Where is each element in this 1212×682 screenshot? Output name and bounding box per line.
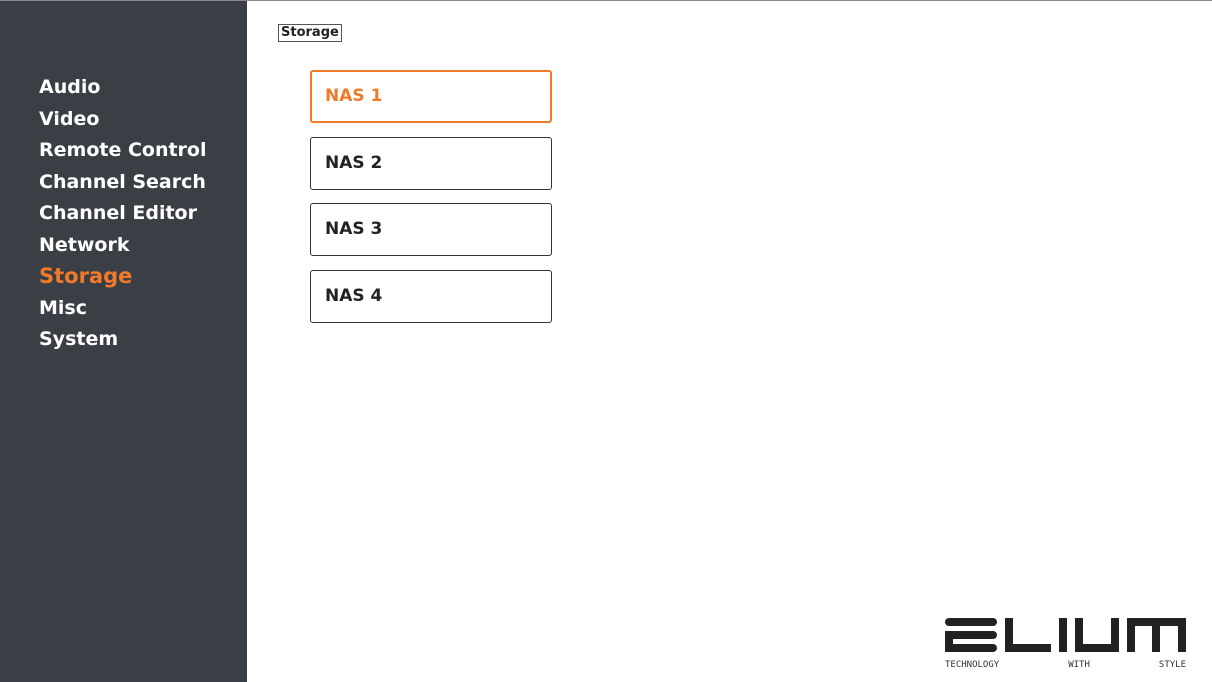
nas-2-button[interactable]: NAS 2 [310,136,552,190]
nas-3-button[interactable]: NAS 3 [310,203,552,256]
sidebar-menu: Audio Video Remote Control Channel Searc… [39,72,207,356]
sidebar-item-misc[interactable]: Misc [39,293,207,325]
sidebar-item-video[interactable]: Video [39,104,207,136]
elium-logo: TECHNOLOGY WITH STYLE [945,612,1186,670]
nas-4-button[interactable]: NAS 4 [310,269,552,323]
sidebar-item-storage[interactable]: Storage [39,261,207,293]
sidebar: Audio Video Remote Control Channel Searc… [0,1,247,682]
sidebar-item-channel-editor[interactable]: Channel Editor [39,198,207,230]
sidebar-item-audio[interactable]: Audio [39,72,207,104]
sidebar-item-system[interactable]: System [39,324,207,356]
logo-tagline: TECHNOLOGY WITH STYLE [945,660,1186,670]
sidebar-item-channel-search[interactable]: Channel Search [39,167,207,199]
sidebar-item-remote-control[interactable]: Remote Control [39,135,207,167]
nas-list: NAS 1 NAS 2 NAS 3 NAS 4 [310,70,552,336]
nas-1-button[interactable]: NAS 1 [310,70,552,123]
breadcrumb: Storage [278,24,342,42]
settings-screen: Audio Video Remote Control Channel Searc… [0,0,1212,682]
sidebar-item-network[interactable]: Network [39,230,207,262]
elium-wordmark [945,618,1186,652]
